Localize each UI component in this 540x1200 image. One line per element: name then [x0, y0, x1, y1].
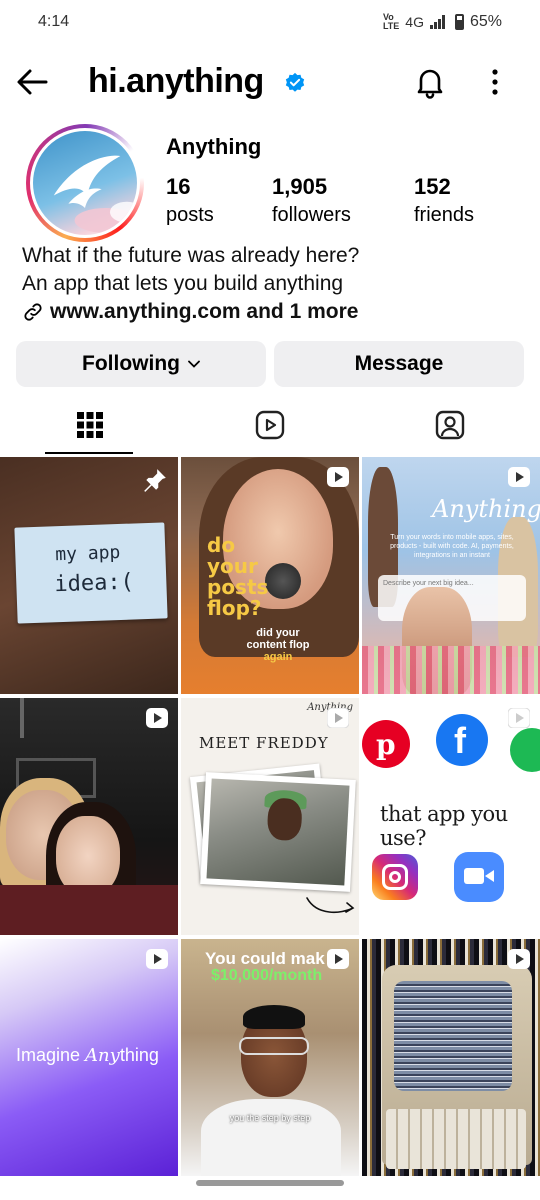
post-subtext: Turn your words into mobile apps, sites,…	[390, 534, 514, 559]
friends-count[interactable]: 152 friends	[414, 174, 474, 227]
post-brand: Anything	[432, 495, 540, 523]
home-indicator[interactable]	[196, 1180, 344, 1186]
post-tile-3[interactable]: Anything Turn your words into mobile app…	[362, 457, 540, 694]
profile-tabs	[0, 396, 540, 454]
reel-badge-icon	[508, 708, 530, 728]
note-line: idea:(	[53, 569, 135, 598]
profile-username: hi.anything	[88, 62, 264, 100]
glasses	[239, 1037, 309, 1055]
post-tile-2[interactable]: do your posts flop? did your content flo…	[181, 457, 359, 694]
bio-line: An app that lets you build anything	[22, 272, 344, 295]
posts-count[interactable]: 16 posts	[166, 174, 214, 227]
stat-value: 152	[414, 174, 451, 199]
facebook-icon: f	[436, 714, 488, 766]
post-hook-text: do your posts flop?	[207, 533, 269, 620]
following-button[interactable]: Following	[16, 341, 266, 387]
status-icons: Vo LTE 4G 65%	[383, 13, 502, 31]
bio-link[interactable]: www.anything.com and 1 more	[22, 298, 359, 326]
posts-grid: my app idea:( do your posts flop? did yo…	[0, 457, 540, 1176]
chevron-down-icon	[188, 360, 200, 368]
post-subheadline: $10,000/month	[211, 967, 323, 984]
reels-icon	[255, 410, 285, 440]
post-tile-9[interactable]	[362, 939, 540, 1176]
post-tile-1[interactable]: my app idea:(	[0, 457, 178, 694]
reel-badge-icon	[146, 708, 168, 728]
spotify-icon	[510, 728, 540, 772]
network-label: 4G	[405, 14, 424, 30]
stat-value: 1,905	[272, 174, 328, 199]
followers-count[interactable]: 1,905 followers	[272, 174, 351, 227]
reel-badge-icon	[327, 467, 349, 487]
reel-badge-icon	[508, 949, 530, 969]
post-tile-4[interactable]	[0, 698, 178, 935]
profile-header: hi.anything	[0, 52, 540, 112]
verified-badge-icon	[285, 72, 305, 92]
status-time: 4:14	[38, 13, 70, 30]
status-bar: 4:14 Vo LTE 4G 65%	[0, 0, 540, 44]
more-options-icon[interactable]	[480, 64, 510, 100]
back-arrow-icon[interactable]	[14, 62, 54, 102]
zoom-icon	[454, 852, 504, 902]
post-title: MEET FREDDY	[199, 734, 329, 752]
post-tile-5[interactable]: Anything MEET FREDDY	[181, 698, 359, 935]
note-line: my app	[54, 541, 121, 566]
reel-badge-icon	[508, 467, 530, 487]
message-button[interactable]: Message	[274, 341, 524, 387]
post-headline: Imagine Anything	[16, 1045, 159, 1066]
grid-icon	[77, 412, 103, 438]
pinterest-icon: p	[362, 720, 410, 768]
stat-label: posts	[166, 204, 214, 226]
post-question: that app you use?	[380, 802, 508, 850]
pinned-icon	[144, 469, 166, 492]
bio-line: What if the future was already here?	[22, 244, 360, 267]
microphone	[265, 563, 301, 599]
tab-reels[interactable]	[180, 396, 360, 454]
tab-grid[interactable]	[0, 396, 180, 454]
volte-icon: Vo LTE	[382, 12, 400, 31]
message-label: Message	[354, 352, 444, 375]
post-tile-6[interactable]: p f that app you use?	[362, 698, 540, 935]
post-caption: did your content flop again	[246, 627, 310, 663]
battery-icon	[454, 14, 464, 30]
sticky-note: my app idea:(	[14, 522, 168, 624]
reel-badge-icon	[327, 949, 349, 969]
anything-logo-icon	[53, 155, 137, 233]
tab-tagged[interactable]	[360, 396, 540, 454]
stat-value: 16	[166, 174, 191, 199]
stat-label: followers	[272, 204, 351, 226]
link-icon	[24, 303, 42, 321]
link-text: www.anything.com and 1 more	[50, 300, 359, 323]
post-tile-8[interactable]: You could mak $10,000/month you the step…	[181, 939, 359, 1176]
stat-label: friends	[414, 204, 475, 226]
arrow-doodle-icon	[306, 897, 355, 914]
post-caption: you the step by step	[229, 1113, 311, 1123]
battery-percent: 65%	[469, 13, 502, 30]
post-photo	[200, 772, 356, 892]
tagged-user-icon	[435, 410, 465, 440]
signal-icon	[429, 15, 445, 29]
profile-bio: What if the future was already here? An …	[22, 242, 359, 326]
post-tile-7[interactable]: Imagine Anything	[0, 939, 178, 1176]
reel-badge-icon	[327, 708, 349, 728]
notification-bell-icon[interactable]	[412, 64, 448, 100]
instagram-icon	[372, 854, 418, 900]
following-label: Following	[82, 352, 180, 375]
profile-display-name: Anything	[166, 134, 262, 159]
post-headline: You could mak	[205, 949, 325, 968]
profile-avatar-story-ring[interactable]	[26, 124, 144, 242]
avatar	[33, 131, 137, 235]
reel-badge-icon	[146, 949, 168, 969]
